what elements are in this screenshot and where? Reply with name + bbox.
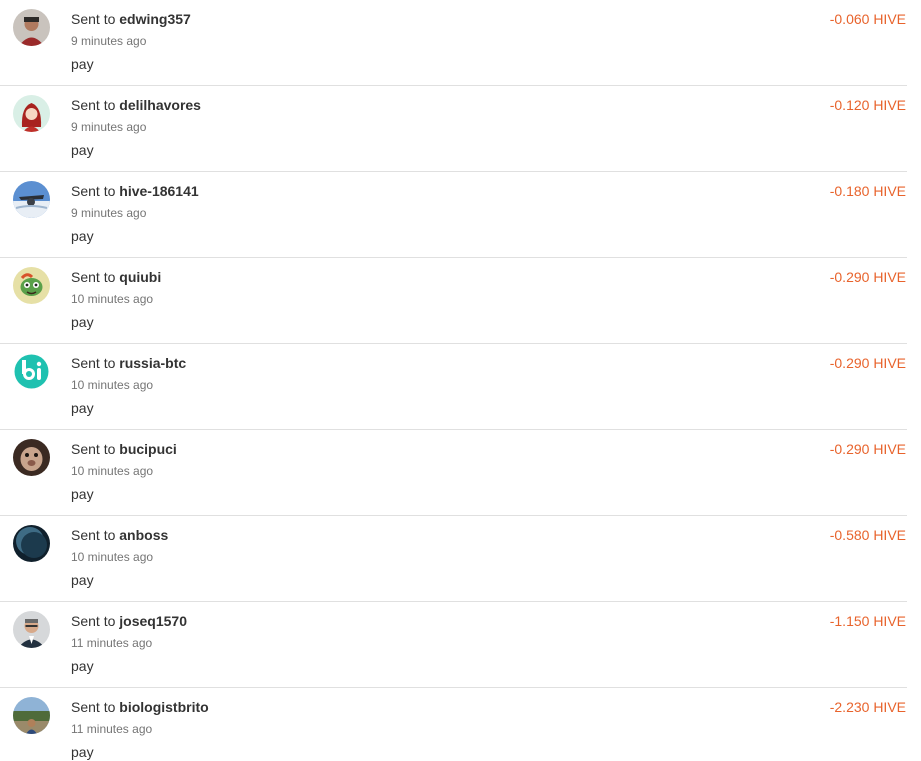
timestamp: 11 minutes ago xyxy=(71,636,153,650)
amount: -1.150 HIVE xyxy=(829,613,906,629)
transaction-prefix: Sent to xyxy=(71,527,116,543)
timestamp: 10 minutes ago xyxy=(71,464,154,478)
amount: -0.180 HIVE xyxy=(829,183,906,199)
timestamp: 11 minutes ago xyxy=(71,722,153,736)
transaction-row: Sent to quiubi 10 minutes ago pay -0.290… xyxy=(0,258,907,344)
transaction-prefix: Sent to xyxy=(71,183,116,199)
memo: pay xyxy=(71,572,94,588)
transaction-row: Sent to joseq1570 11 minutes ago pay -1.… xyxy=(0,602,907,688)
amount: -0.290 HIVE xyxy=(829,355,906,371)
recipient-link[interactable]: joseq1570 xyxy=(119,613,187,629)
timestamp: 9 minutes ago xyxy=(71,34,147,48)
timestamp: 10 minutes ago xyxy=(71,378,154,392)
recipient-link[interactable]: quiubi xyxy=(119,269,161,285)
memo: pay xyxy=(71,400,94,416)
timestamp: 9 minutes ago xyxy=(71,120,147,134)
timestamp: 10 minutes ago xyxy=(71,292,154,306)
transaction-title: Sent to joseq1570 xyxy=(71,613,187,630)
timestamp: 10 minutes ago xyxy=(71,550,154,564)
amount: -0.580 HIVE xyxy=(829,527,906,543)
user-avatar-icon[interactable] xyxy=(13,95,50,132)
user-avatar-icon[interactable] xyxy=(13,697,50,734)
transaction-row: Sent to edwing357 9 minutes ago pay -0.0… xyxy=(0,0,907,86)
recipient-link[interactable]: russia-btc xyxy=(119,355,186,371)
timestamp: 9 minutes ago xyxy=(71,206,147,220)
memo: pay xyxy=(71,142,94,158)
transaction-row: Sent to anboss 10 minutes ago pay -0.580… xyxy=(0,516,907,602)
amount: -0.290 HIVE xyxy=(829,269,906,285)
memo: pay xyxy=(71,486,94,502)
transaction-title: Sent to bucipuci xyxy=(71,441,177,458)
transaction-row: Sent to russia-btc 10 minutes ago pay -0… xyxy=(0,344,907,430)
user-avatar-icon[interactable] xyxy=(13,353,50,390)
recipient-link[interactable]: biologistbrito xyxy=(119,699,208,715)
user-avatar-icon[interactable] xyxy=(13,611,50,648)
recipient-link[interactable]: anboss xyxy=(119,527,168,543)
amount: -0.120 HIVE xyxy=(829,97,906,113)
memo: pay xyxy=(71,744,94,760)
transaction-prefix: Sent to xyxy=(71,11,116,27)
user-avatar-icon[interactable] xyxy=(13,267,50,304)
recipient-link[interactable]: delilhavores xyxy=(119,97,201,113)
user-avatar-icon[interactable] xyxy=(13,525,50,562)
transaction-title: Sent to hive-186141 xyxy=(71,183,199,200)
memo: pay xyxy=(71,658,94,674)
memo: pay xyxy=(71,56,94,72)
transaction-title: Sent to biologistbrito xyxy=(71,699,209,716)
memo: pay xyxy=(71,228,94,244)
recipient-link[interactable]: bucipuci xyxy=(119,441,177,457)
transaction-list: Sent to edwing357 9 minutes ago pay -0.0… xyxy=(0,0,921,761)
transaction-title: Sent to edwing357 xyxy=(71,11,191,28)
user-avatar-icon[interactable] xyxy=(13,181,50,218)
transaction-prefix: Sent to xyxy=(71,613,116,629)
user-avatar-icon[interactable] xyxy=(13,9,50,46)
transaction-prefix: Sent to xyxy=(71,441,116,457)
amount: -2.230 HIVE xyxy=(829,699,906,715)
transaction-prefix: Sent to xyxy=(71,699,116,715)
transaction-row: Sent to delilhavores 9 minutes ago pay -… xyxy=(0,86,907,172)
user-avatar-icon[interactable] xyxy=(13,439,50,476)
recipient-link[interactable]: edwing357 xyxy=(119,11,191,27)
memo: pay xyxy=(71,314,94,330)
transaction-row: Sent to hive-186141 9 minutes ago pay -0… xyxy=(0,172,907,258)
transaction-title: Sent to quiubi xyxy=(71,269,161,286)
transaction-row: Sent to bucipuci 10 minutes ago pay -0.2… xyxy=(0,430,907,516)
transaction-prefix: Sent to xyxy=(71,355,116,371)
recipient-link[interactable]: hive-186141 xyxy=(119,183,198,199)
transaction-prefix: Sent to xyxy=(71,269,116,285)
transaction-prefix: Sent to xyxy=(71,97,116,113)
transaction-row: Sent to biologistbrito 11 minutes ago pa… xyxy=(0,688,907,761)
transaction-title: Sent to delilhavores xyxy=(71,97,201,114)
transaction-title: Sent to anboss xyxy=(71,527,168,544)
amount: -0.290 HIVE xyxy=(829,441,906,457)
amount: -0.060 HIVE xyxy=(829,11,906,27)
transaction-title: Sent to russia-btc xyxy=(71,355,186,372)
